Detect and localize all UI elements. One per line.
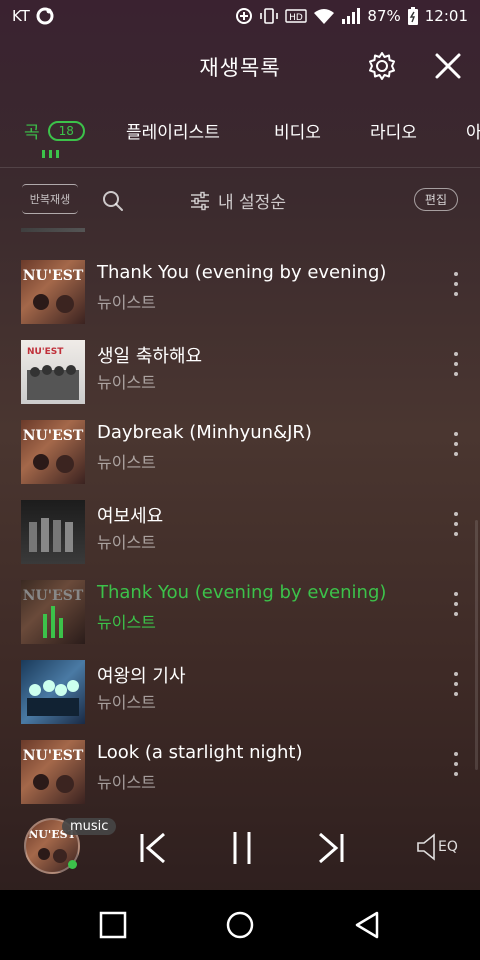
tab-active-indicator	[42, 150, 59, 158]
tab-songs-label: 곡	[24, 123, 40, 143]
album-art: NU'EST	[21, 340, 85, 404]
song-artist: 뉴이스트	[97, 293, 156, 312]
more-icon[interactable]	[452, 272, 460, 296]
svg-text:NU'EST: NU'EST	[23, 748, 84, 764]
hd-icon: HD	[285, 9, 308, 23]
album-art: NU'EST	[21, 580, 85, 644]
notification-icon	[36, 7, 54, 25]
svg-text:NU'EST: NU'EST	[23, 588, 84, 604]
more-icon[interactable]	[452, 752, 460, 776]
signal-icon	[342, 8, 361, 24]
edit-button[interactable]: 편집	[413, 188, 458, 211]
list-item[interactable]: 여보세요 뉴이스트	[0, 492, 480, 572]
repeat-button[interactable]: 반복재생	[22, 184, 78, 214]
tab-songs[interactable]: 곡 18	[24, 118, 85, 143]
song-title: 여왕의 기사	[97, 666, 186, 687]
eq-label: EQ	[438, 839, 458, 855]
header: 재생목록	[0, 32, 480, 100]
more-icon[interactable]	[452, 352, 460, 376]
song-artist: 뉴이스트	[97, 453, 156, 472]
album-art: NU'EST	[21, 420, 85, 484]
sort-label: 내 설정순	[218, 193, 286, 213]
eq-button[interactable]: EQ	[416, 832, 458, 862]
vibrate-icon	[260, 8, 279, 24]
sort-button[interactable]: 내 설정순	[190, 188, 286, 213]
list-item[interactable]: NU'EST Look (a starlight night) 뉴이스트	[0, 732, 480, 804]
next-icon[interactable]	[312, 830, 348, 866]
svg-text:NU'EST: NU'EST	[27, 347, 64, 357]
song-artist: 뉴이스트	[97, 613, 156, 632]
svg-text:NU'EST: NU'EST	[23, 428, 84, 444]
list-item[interactable]: NU'EST Thank You (evening by evening) 뉴이…	[0, 252, 480, 332]
song-title: Thank You (evening by evening)	[97, 262, 387, 283]
song-title: Daybreak (Minhyun&JR)	[97, 422, 312, 443]
list-item[interactable]: NU'EST Daybreak (Minhyun&JR) 뉴이스트	[0, 412, 480, 492]
album-art: NU'EST	[21, 260, 85, 324]
pause-icon[interactable]	[224, 830, 260, 866]
speaker-icon	[417, 833, 435, 861]
playing-indicator-dot	[68, 860, 77, 869]
music-badge: music	[62, 818, 117, 835]
data-saver-icon	[236, 8, 253, 24]
list-item[interactable]: 여왕의 기사 뉴이스트	[0, 652, 480, 732]
song-artist: 뉴이스트	[97, 693, 156, 712]
album-art	[21, 500, 85, 564]
song-title: 생일 축하해요	[97, 346, 203, 367]
song-title: Look (a starlight night)	[97, 742, 303, 763]
list-toolbar: 반복재생 내 설정순 편집	[0, 170, 480, 228]
system-nav-bar	[0, 890, 480, 960]
song-count-badge: 18	[47, 120, 85, 141]
gear-icon[interactable]	[366, 50, 398, 82]
song-artist: 뉴이스트	[97, 373, 156, 392]
list-item-partial[interactable]	[0, 228, 480, 240]
svg-text:NU'EST: NU'EST	[23, 268, 84, 284]
status-bar: KT HD 87% 12:01	[0, 0, 480, 32]
mini-player: NU'EST music EQ	[0, 804, 480, 890]
song-list: NU'EST Thank You (evening by evening) 뉴이…	[0, 228, 480, 804]
tab-bar: 곡 18 플레이리스트 비디오 라디오 아	[0, 100, 480, 168]
tab-more[interactable]: 아	[466, 118, 480, 143]
battery-percent: 87%	[367, 7, 401, 25]
song-artist: 뉴이스트	[97, 773, 156, 792]
list-item-now-playing[interactable]: NU'EST Thank You (evening by evening) 뉴이…	[0, 572, 480, 652]
clock: 12:01	[424, 7, 468, 25]
scrollbar[interactable]	[475, 520, 478, 770]
carrier-label: KT	[12, 7, 30, 25]
tab-playlist[interactable]: 플레이리스트	[126, 118, 220, 143]
previous-icon[interactable]	[136, 830, 172, 866]
album-art: NU'EST	[21, 740, 85, 804]
more-icon[interactable]	[452, 512, 460, 536]
svg-text:HD: HD	[290, 13, 304, 23]
page-title: 재생목록	[199, 56, 281, 80]
song-title: Thank You (evening by evening)	[97, 582, 387, 603]
wifi-icon	[314, 9, 335, 24]
more-icon[interactable]	[452, 432, 460, 456]
back-icon[interactable]	[352, 910, 382, 940]
more-icon[interactable]	[452, 592, 460, 616]
tab-video[interactable]: 비디오	[274, 118, 321, 143]
home-icon[interactable]	[225, 910, 255, 940]
album-art	[21, 660, 85, 724]
tab-radio[interactable]: 라디오	[370, 118, 417, 143]
battery-icon	[407, 7, 418, 25]
album-art	[21, 228, 85, 232]
sliders-icon	[191, 191, 209, 210]
search-icon[interactable]	[102, 190, 124, 212]
song-artist: 뉴이스트	[97, 533, 156, 552]
recents-icon[interactable]	[98, 910, 128, 940]
more-icon[interactable]	[452, 672, 460, 696]
song-title: 여보세요	[97, 506, 164, 527]
close-icon[interactable]	[432, 50, 464, 82]
list-item[interactable]: NU'EST 생일 축하해요 뉴이스트	[0, 332, 480, 412]
